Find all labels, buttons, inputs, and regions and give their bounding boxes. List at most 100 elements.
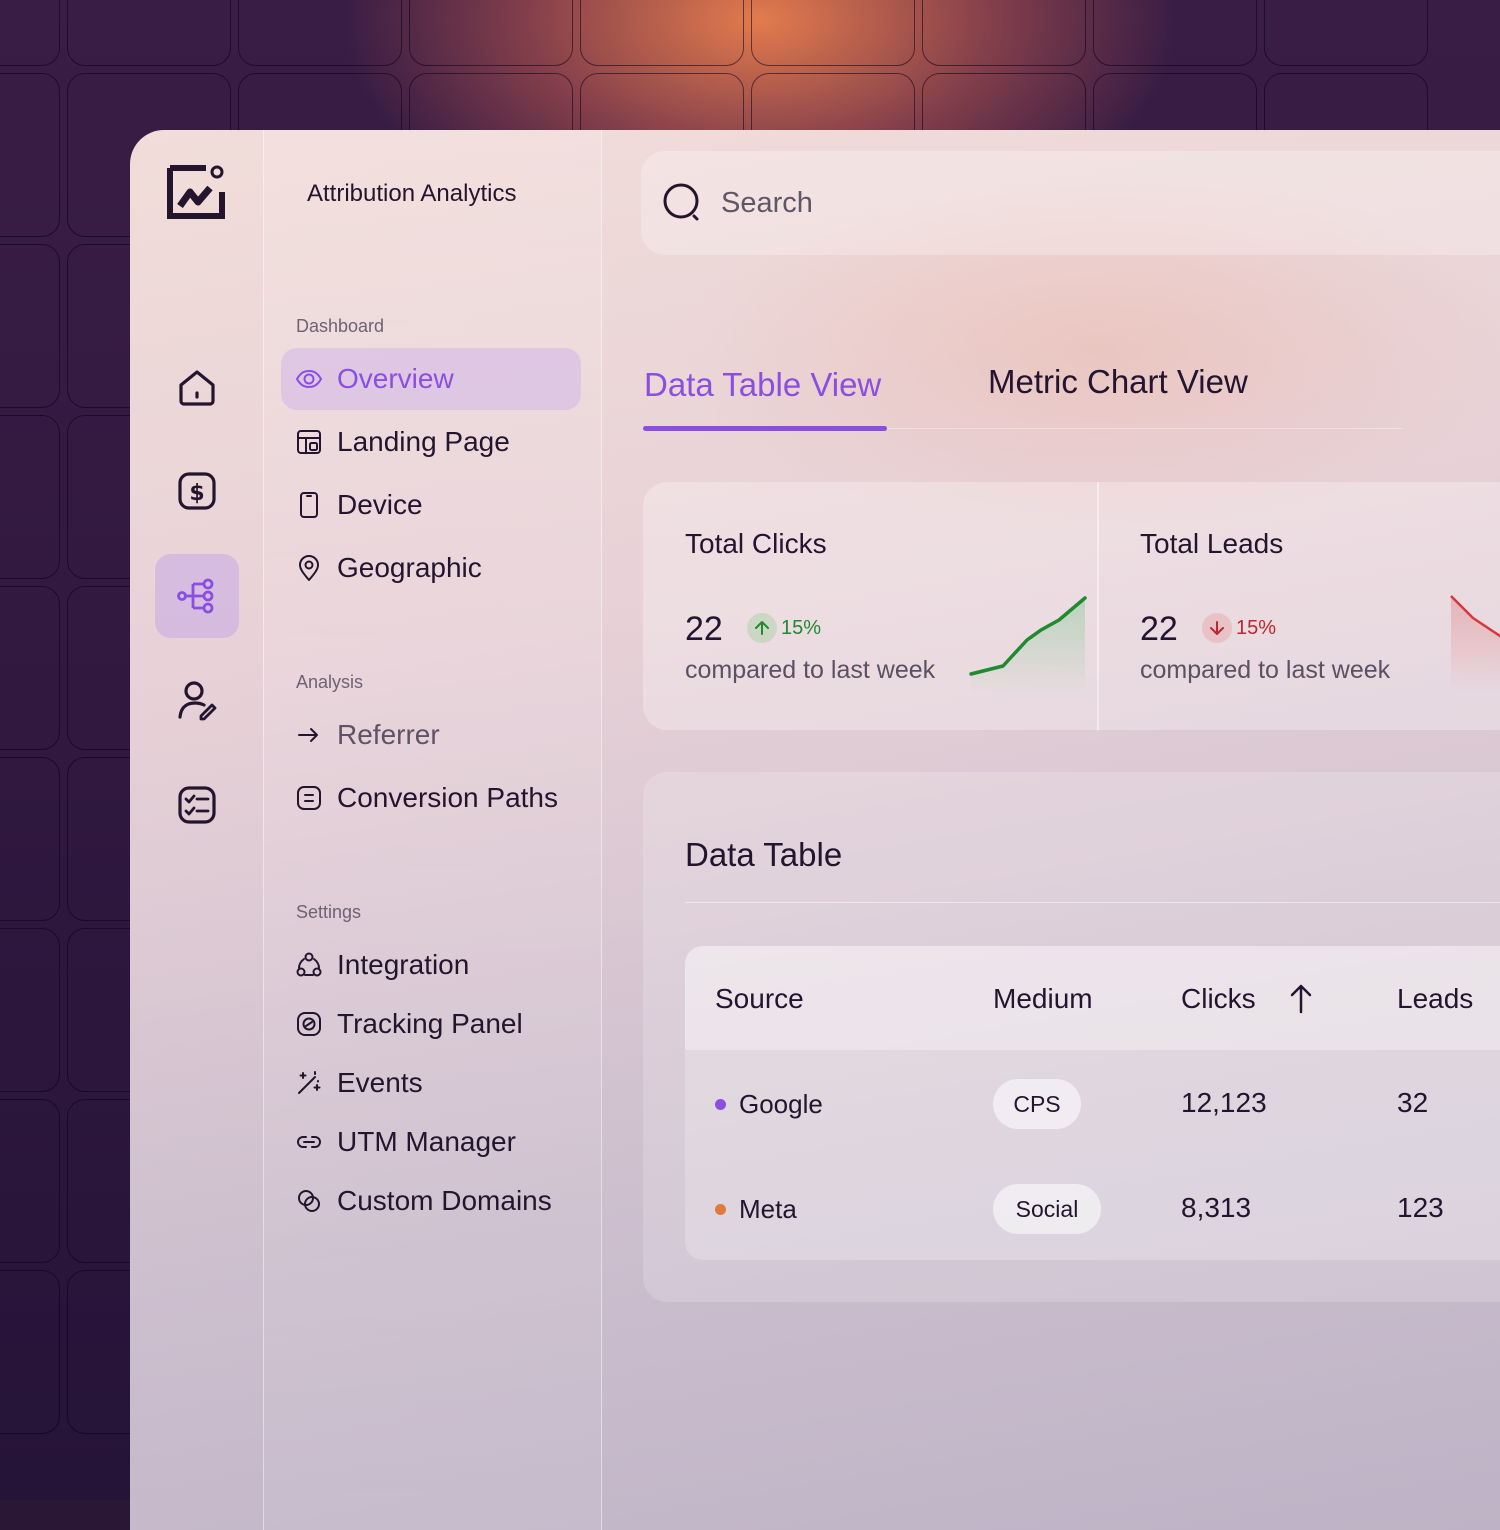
metric-title: Total Leads bbox=[1140, 528, 1284, 559]
rail-home-button[interactable] bbox=[155, 345, 239, 429]
background-tile bbox=[0, 73, 60, 237]
sidebar-item-label: Conversion Paths bbox=[337, 782, 559, 813]
medium-chip: CPS bbox=[993, 1079, 1081, 1129]
svg-text:$: $ bbox=[189, 481, 204, 506]
domain-icon bbox=[298, 1190, 320, 1212]
app-title: Attribution Analytics bbox=[307, 180, 517, 207]
metric-subtitle: compared to last week bbox=[685, 656, 936, 684]
sidebar-item-label: Geographic bbox=[337, 552, 482, 583]
column-header-source[interactable]: Source bbox=[715, 983, 804, 1015]
clicks-cell: 8,313 bbox=[1181, 1192, 1252, 1223]
sidebar-item-utm-manager[interactable]: UTM Manager bbox=[281, 1111, 581, 1173]
background-tile bbox=[0, 0, 60, 66]
location-pin-icon bbox=[299, 555, 319, 581]
metric-change-badge: 15% bbox=[747, 612, 821, 644]
table-divider bbox=[685, 902, 1500, 903]
search-bar[interactable]: Search bbox=[641, 151, 1500, 255]
column-header-clicks[interactable]: Clicks bbox=[1181, 983, 1256, 1015]
metric-change-value: 15% bbox=[781, 616, 822, 639]
column-header-medium[interactable]: Medium bbox=[993, 983, 1093, 1015]
user-edit-icon bbox=[178, 681, 217, 721]
background-tile bbox=[580, 0, 744, 66]
background-tile bbox=[751, 0, 915, 66]
sidebar-item-referrer[interactable]: Referrer bbox=[281, 704, 581, 766]
metric-title: Total Clicks bbox=[685, 528, 827, 559]
sidebar-item-events[interactable]: Events bbox=[281, 1052, 581, 1114]
tracking-icon bbox=[297, 1012, 321, 1036]
sidebar-item-label: Events bbox=[337, 1067, 423, 1098]
active-tab-indicator bbox=[643, 426, 887, 431]
sidebar-item-landing-page[interactable]: Landing Page bbox=[281, 411, 581, 473]
table-header: Source Medium Clicks Leads bbox=[685, 946, 1500, 1050]
section-label-analysis: Analysis bbox=[296, 672, 364, 692]
leads-cell: 32 bbox=[1397, 1087, 1429, 1118]
rail-users-button[interactable] bbox=[155, 658, 239, 742]
data-table: Source Medium Clicks Leads Google CPS 12… bbox=[685, 946, 1500, 1260]
sidebar-item-integration[interactable]: Integration bbox=[281, 934, 581, 996]
background-tile bbox=[0, 757, 60, 921]
background-tile bbox=[0, 244, 60, 408]
background-tile bbox=[0, 415, 60, 579]
rail-tasks-button[interactable] bbox=[155, 763, 239, 847]
sidebar-item-label: Overview bbox=[337, 363, 454, 394]
dollar-icon: $ bbox=[178, 472, 216, 510]
column-header-leads[interactable]: Leads bbox=[1397, 983, 1473, 1015]
main-content: Search Data Table View Metric Chart View… bbox=[601, 130, 1500, 1530]
source-cell: Meta bbox=[739, 1194, 797, 1224]
layout-icon bbox=[297, 430, 321, 454]
background-tile bbox=[409, 0, 573, 66]
clicks-sparkline bbox=[969, 596, 1087, 694]
data-table-card: Data Table Source Medium Clicks Leads Go… bbox=[643, 772, 1500, 1302]
metric-value: 22 bbox=[685, 610, 723, 648]
metric-value: 22 bbox=[1140, 610, 1178, 648]
background-tile bbox=[67, 0, 231, 66]
sidebar-item-label: Referrer bbox=[337, 719, 440, 750]
source-color-dot bbox=[715, 1099, 726, 1110]
arrow-up-icon bbox=[747, 613, 777, 643]
source-color-dot bbox=[715, 1204, 726, 1215]
sidebar-item-geographic[interactable]: Geographic bbox=[281, 537, 581, 599]
rail-billing-button[interactable]: $ bbox=[155, 449, 239, 533]
section-label-settings: Settings bbox=[296, 902, 362, 922]
nodes-icon bbox=[296, 952, 322, 977]
icon-rail: $ bbox=[130, 130, 264, 1530]
sort-ascending-icon[interactable] bbox=[1288, 982, 1314, 1014]
sidebar-item-label: Device bbox=[337, 489, 423, 520]
workflow-icon bbox=[177, 578, 214, 614]
clicks-cell: 12,123 bbox=[1181, 1087, 1267, 1118]
sidebar-item-label: Integration bbox=[337, 949, 470, 980]
section-label-dashboard: Dashboard bbox=[296, 316, 385, 336]
sidebar-item-label: Custom Domains bbox=[337, 1185, 552, 1216]
checklist-icon bbox=[178, 786, 216, 824]
sidebar-item-tracking-panel[interactable]: Tracking Panel bbox=[281, 993, 581, 1055]
metrics-card: Total Clicks 22 15% compared to last wee… bbox=[643, 482, 1500, 730]
sidebar-item-label: Tracking Panel bbox=[337, 1008, 523, 1039]
sidebar-item-custom-domains[interactable]: Custom Domains bbox=[281, 1170, 581, 1232]
logo-icon[interactable] bbox=[166, 164, 226, 220]
background-tile bbox=[922, 0, 1086, 66]
sidebar: Attribution Analytics Dashboard Overview… bbox=[263, 130, 602, 1530]
leads-sparkline bbox=[1450, 595, 1500, 692]
background-tile bbox=[1093, 0, 1257, 66]
sidebar-item-conversion-paths[interactable]: Conversion Paths bbox=[281, 767, 581, 829]
leads-cell: 123 bbox=[1397, 1192, 1444, 1223]
background-tile bbox=[0, 586, 60, 750]
background-tile bbox=[0, 928, 60, 1092]
home-icon bbox=[179, 370, 215, 406]
tab-metric-chart-view[interactable]: Metric Chart View bbox=[988, 363, 1248, 401]
sidebar-item-overview[interactable]: Overview bbox=[281, 348, 581, 410]
search-input[interactable]: Search bbox=[721, 187, 813, 220]
metric-change-badge: 15% bbox=[1202, 612, 1276, 644]
rail-workflow-button[interactable] bbox=[155, 554, 239, 638]
background-tile bbox=[0, 1270, 60, 1434]
link-icon bbox=[297, 1136, 321, 1148]
tab-data-table-view[interactable]: Data Table View bbox=[644, 366, 881, 404]
background-tile bbox=[0, 1099, 60, 1263]
magic-wand-icon bbox=[298, 1071, 321, 1094]
metric-subtitle: compared to last week bbox=[1140, 656, 1391, 684]
sidebar-item-device[interactable]: Device bbox=[281, 474, 581, 536]
search-icon bbox=[663, 183, 699, 221]
metric-change-value: 15% bbox=[1236, 616, 1277, 639]
source-cell: Google bbox=[739, 1089, 823, 1119]
arrow-right-icon bbox=[298, 728, 318, 742]
